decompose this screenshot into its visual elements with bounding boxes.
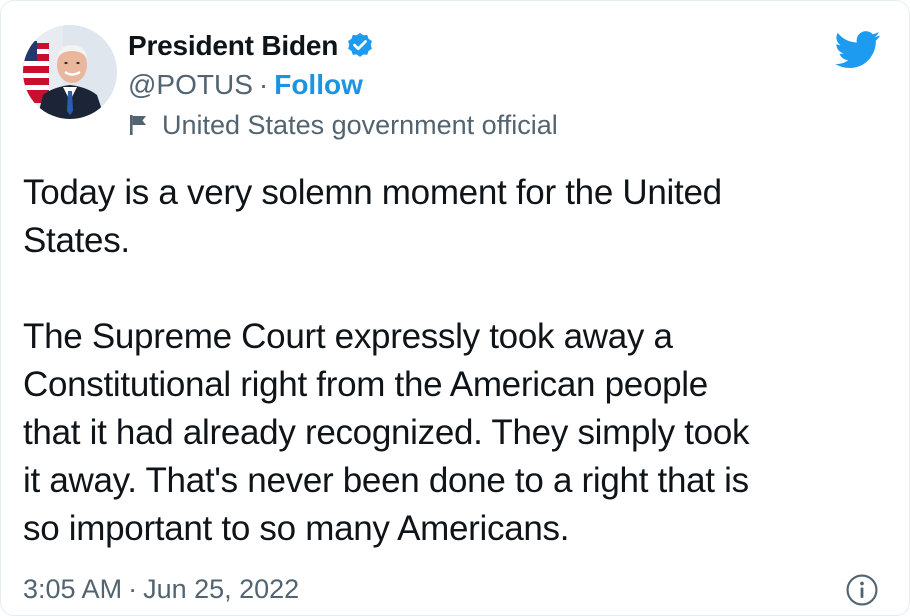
tweet-footer: 3:05 AM · Jun 25, 2022 xyxy=(23,569,299,609)
avatar-photo xyxy=(23,25,117,119)
account-label[interactable]: United States government official xyxy=(162,110,558,141)
twitter-bird-icon[interactable] xyxy=(835,31,881,69)
tweet-header: President Biden @POTUS · Follow United S… xyxy=(128,27,558,145)
info-icon[interactable] xyxy=(845,573,879,607)
tweet-paragraph: Today is a very solemn moment for the Un… xyxy=(23,173,722,260)
handle-row: @POTUS · Follow xyxy=(128,65,558,105)
account-label-row: United States government official xyxy=(128,105,558,145)
name-row: President Biden xyxy=(128,27,558,65)
verified-badge-icon xyxy=(345,31,375,61)
tweet-time[interactable]: 3:05 AM xyxy=(23,574,122,605)
follow-button[interactable]: Follow xyxy=(274,69,363,101)
author-display-name[interactable]: President Biden xyxy=(128,30,338,62)
time-separator: · xyxy=(128,573,138,604)
tweet-paragraph: The Supreme Court expressly took away a … xyxy=(23,317,750,548)
tweet-date[interactable]: Jun 25, 2022 xyxy=(143,574,299,605)
author-handle[interactable]: @POTUS xyxy=(128,69,253,101)
handle-separator: · xyxy=(258,69,269,100)
embedded-tweet-card: President Biden @POTUS · Follow United S… xyxy=(0,0,910,616)
flag-icon xyxy=(128,113,150,137)
author-avatar[interactable] xyxy=(23,25,117,119)
tweet-text: Today is a very solemn moment for the Un… xyxy=(23,169,883,553)
